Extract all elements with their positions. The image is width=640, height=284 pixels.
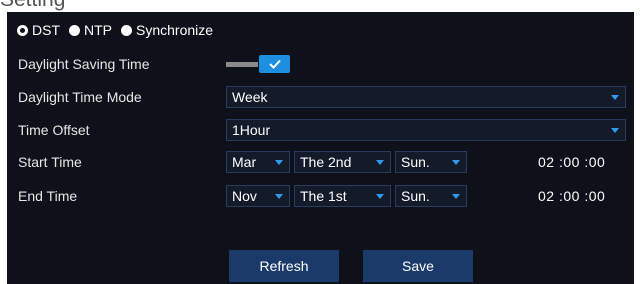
dst-settings-panel: DST NTP Synchronize Daylight Saving Time… bbox=[7, 12, 634, 284]
radio-dst-indicator[interactable] bbox=[17, 24, 28, 36]
checkmark-icon bbox=[268, 59, 281, 69]
end-time-value[interactable]: 02 :00 :00 bbox=[538, 188, 605, 204]
end-month-select[interactable]: Nov bbox=[226, 185, 290, 207]
daylight-saving-toggle[interactable] bbox=[226, 55, 290, 73]
start-week-value: The 2nd bbox=[300, 154, 352, 170]
end-day-select[interactable]: Sun. bbox=[395, 185, 467, 207]
page-header-strip: Setting bbox=[0, 0, 640, 12]
dropdown-arrow-icon bbox=[376, 193, 384, 199]
radio-dst[interactable]: DST bbox=[17, 22, 60, 38]
end-week-select[interactable]: The 1st bbox=[294, 185, 391, 207]
end-day-value: Sun. bbox=[401, 188, 430, 204]
daylight-time-mode-value: Week bbox=[232, 89, 268, 105]
start-time-label: Start Time bbox=[18, 154, 82, 170]
page-header-title: Setting bbox=[0, 0, 65, 12]
toggle-knob[interactable] bbox=[259, 55, 290, 73]
radio-dst-label: DST bbox=[32, 22, 60, 38]
end-week-value: The 1st bbox=[300, 188, 347, 204]
start-month-value: Mar bbox=[232, 154, 257, 170]
dropdown-arrow-icon bbox=[275, 193, 283, 199]
start-week-select[interactable]: The 2nd bbox=[294, 151, 391, 173]
dropdown-arrow-icon bbox=[376, 159, 384, 165]
start-time-value[interactable]: 02 :00 :00 bbox=[538, 154, 605, 170]
toggle-track bbox=[226, 62, 258, 67]
radio-synchronize[interactable]: Synchronize bbox=[121, 22, 213, 38]
end-time-label: End Time bbox=[18, 188, 78, 204]
dropdown-arrow-icon bbox=[452, 159, 460, 165]
time-offset-select[interactable]: 1Hour bbox=[226, 119, 626, 141]
dropdown-arrow-icon bbox=[611, 94, 619, 100]
daylight-saving-label: Daylight Saving Time bbox=[18, 56, 150, 72]
refresh-button[interactable]: Refresh bbox=[229, 250, 339, 282]
daylight-time-mode-label: Daylight Time Mode bbox=[18, 89, 142, 105]
time-offset-value: 1Hour bbox=[232, 122, 271, 138]
time-source-radio-group: DST NTP Synchronize bbox=[7, 16, 222, 44]
start-day-value: Sun. bbox=[401, 154, 430, 170]
daylight-time-mode-select[interactable]: Week bbox=[226, 86, 626, 108]
save-button[interactable]: Save bbox=[363, 250, 473, 282]
dropdown-arrow-icon bbox=[611, 127, 619, 133]
dropdown-arrow-icon bbox=[275, 159, 283, 165]
radio-ntp[interactable]: NTP bbox=[69, 22, 112, 38]
radio-ntp-indicator[interactable] bbox=[69, 24, 80, 36]
start-month-select[interactable]: Mar bbox=[226, 151, 290, 173]
radio-synchronize-indicator[interactable] bbox=[121, 24, 132, 36]
dropdown-arrow-icon bbox=[452, 193, 460, 199]
radio-ntp-label: NTP bbox=[84, 22, 112, 38]
time-offset-label: Time Offset bbox=[18, 122, 90, 138]
start-day-select[interactable]: Sun. bbox=[395, 151, 467, 173]
radio-synchronize-label: Synchronize bbox=[136, 22, 214, 38]
end-month-value: Nov bbox=[232, 188, 257, 204]
